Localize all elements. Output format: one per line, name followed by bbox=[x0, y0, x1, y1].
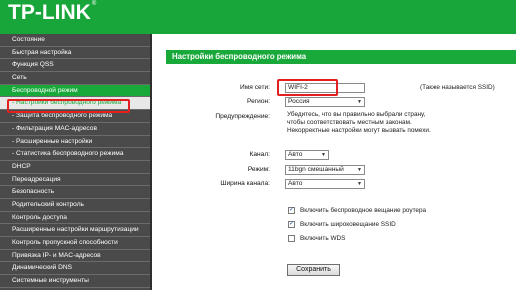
ssid-input[interactable]: WIFI-2 bbox=[285, 83, 365, 93]
warning-label: Предупреждение: bbox=[215, 113, 270, 120]
warning-line-1: Убедитесь, что вы правильно выбрали стра… bbox=[287, 111, 426, 118]
channel-width-value: Авто bbox=[288, 180, 303, 187]
region-select[interactable]: Россия ▼ bbox=[285, 97, 365, 107]
check-icon: ✓ bbox=[289, 207, 295, 213]
channel-width-select[interactable]: Авто ▼ bbox=[285, 179, 365, 189]
chevron-down-icon: ▼ bbox=[321, 152, 326, 158]
enable-ssid-broadcast-checkbox[interactable]: ✓ bbox=[288, 221, 295, 228]
sidebar-item-advanced-routing[interactable]: Расширенные настройки маршрутизации bbox=[0, 224, 150, 237]
save-button[interactable]: Сохранить bbox=[287, 264, 340, 276]
sidebar-item-parental-control[interactable]: Родительский контроль bbox=[0, 199, 150, 212]
page-title: Настройки беспроводного режима bbox=[166, 50, 516, 64]
check-icon: ✓ bbox=[289, 221, 295, 227]
enable-radio-checkbox[interactable]: ✓ bbox=[288, 207, 295, 214]
sidebar-item-mac-filtering[interactable]: - Фильтрация MAC-адресов bbox=[0, 123, 150, 136]
region-label: Регион: bbox=[246, 98, 270, 105]
sidebar-item-dynamic-dns[interactable]: Динамический DNS bbox=[0, 262, 150, 276]
sidebar-item-ip-mac-binding[interactable]: Привязка IP- и MAC-адресов bbox=[0, 250, 150, 263]
sidebar-item-advanced-settings[interactable]: - Расширенные настройки bbox=[0, 136, 150, 149]
mode-select[interactable]: 11bgn смешанный ▼ bbox=[285, 165, 365, 175]
sidebar-item-wireless-statistics[interactable]: - Статистика беспроводного режима bbox=[0, 148, 150, 161]
sidebar-item-wireless[interactable]: Беспроводной режим bbox=[0, 84, 150, 98]
header-bar: TP-LINK® bbox=[0, 0, 516, 34]
sidebar-item-forwarding[interactable]: Переадресация bbox=[0, 174, 150, 187]
enable-wds-label: Включить WDS bbox=[300, 235, 346, 242]
channel-select[interactable]: Авто ▼ bbox=[285, 150, 329, 160]
sidebar-item-bandwidth-control[interactable]: Контроль пропускной способности bbox=[0, 237, 150, 250]
chevron-down-icon: ▼ bbox=[357, 99, 362, 105]
sidebar-item-access-control[interactable]: Контроль доступа bbox=[0, 212, 150, 225]
main-panel: Настройки беспроводного режима bbox=[154, 34, 516, 290]
sidebar-item-wireless-security[interactable]: - Защита беспроводного режима bbox=[0, 110, 150, 123]
mode-label: Режим: bbox=[247, 166, 270, 173]
ssid-label: Имя сети: bbox=[240, 84, 270, 91]
sidebar-item-wireless-settings[interactable]: - Настройки беспроводного режима bbox=[0, 97, 150, 111]
enable-ssid-broadcast-label: Включить широковещание SSID bbox=[300, 221, 396, 228]
sidebar-item-qss[interactable]: Функция QSS bbox=[0, 59, 150, 73]
enable-wds-checkbox[interactable] bbox=[288, 235, 295, 242]
enable-radio-label: Включить беспроводное вещание роутера bbox=[300, 207, 427, 214]
mode-value: 11bgn смешанный bbox=[288, 166, 344, 173]
warning-line-3: Некорректные настройки могут вызвать пом… bbox=[287, 127, 431, 134]
warning-line-2: чтобы соответствовать местным законам. bbox=[287, 119, 412, 126]
channel-label: Канал: bbox=[249, 151, 271, 158]
sidebar-item-quick-setup[interactable]: Быстрая настройка bbox=[0, 47, 150, 60]
sidebar-item-dhcp[interactable]: DHCP bbox=[0, 161, 150, 174]
sidebar-item-status[interactable]: Состояние bbox=[0, 34, 150, 47]
sidebar: Состояние Быстрая настройка Функция QSS … bbox=[0, 34, 152, 290]
sidebar-item-security[interactable]: Безопасность bbox=[0, 186, 150, 199]
chevron-down-icon: ▼ bbox=[357, 167, 362, 173]
sidebar-item-network[interactable]: Сеть bbox=[0, 72, 150, 85]
tp-link-logo: TP-LINK® bbox=[8, 1, 97, 24]
sidebar-item-system-tools[interactable]: Системные инструменты bbox=[0, 275, 150, 288]
ssid-hint: (Также называется SSID) bbox=[420, 84, 495, 91]
channel-width-label: Ширина канала: bbox=[220, 180, 270, 187]
chevron-down-icon: ▼ bbox=[357, 181, 362, 187]
region-value: Россия bbox=[288, 98, 310, 105]
channel-value: Авто bbox=[288, 151, 303, 158]
